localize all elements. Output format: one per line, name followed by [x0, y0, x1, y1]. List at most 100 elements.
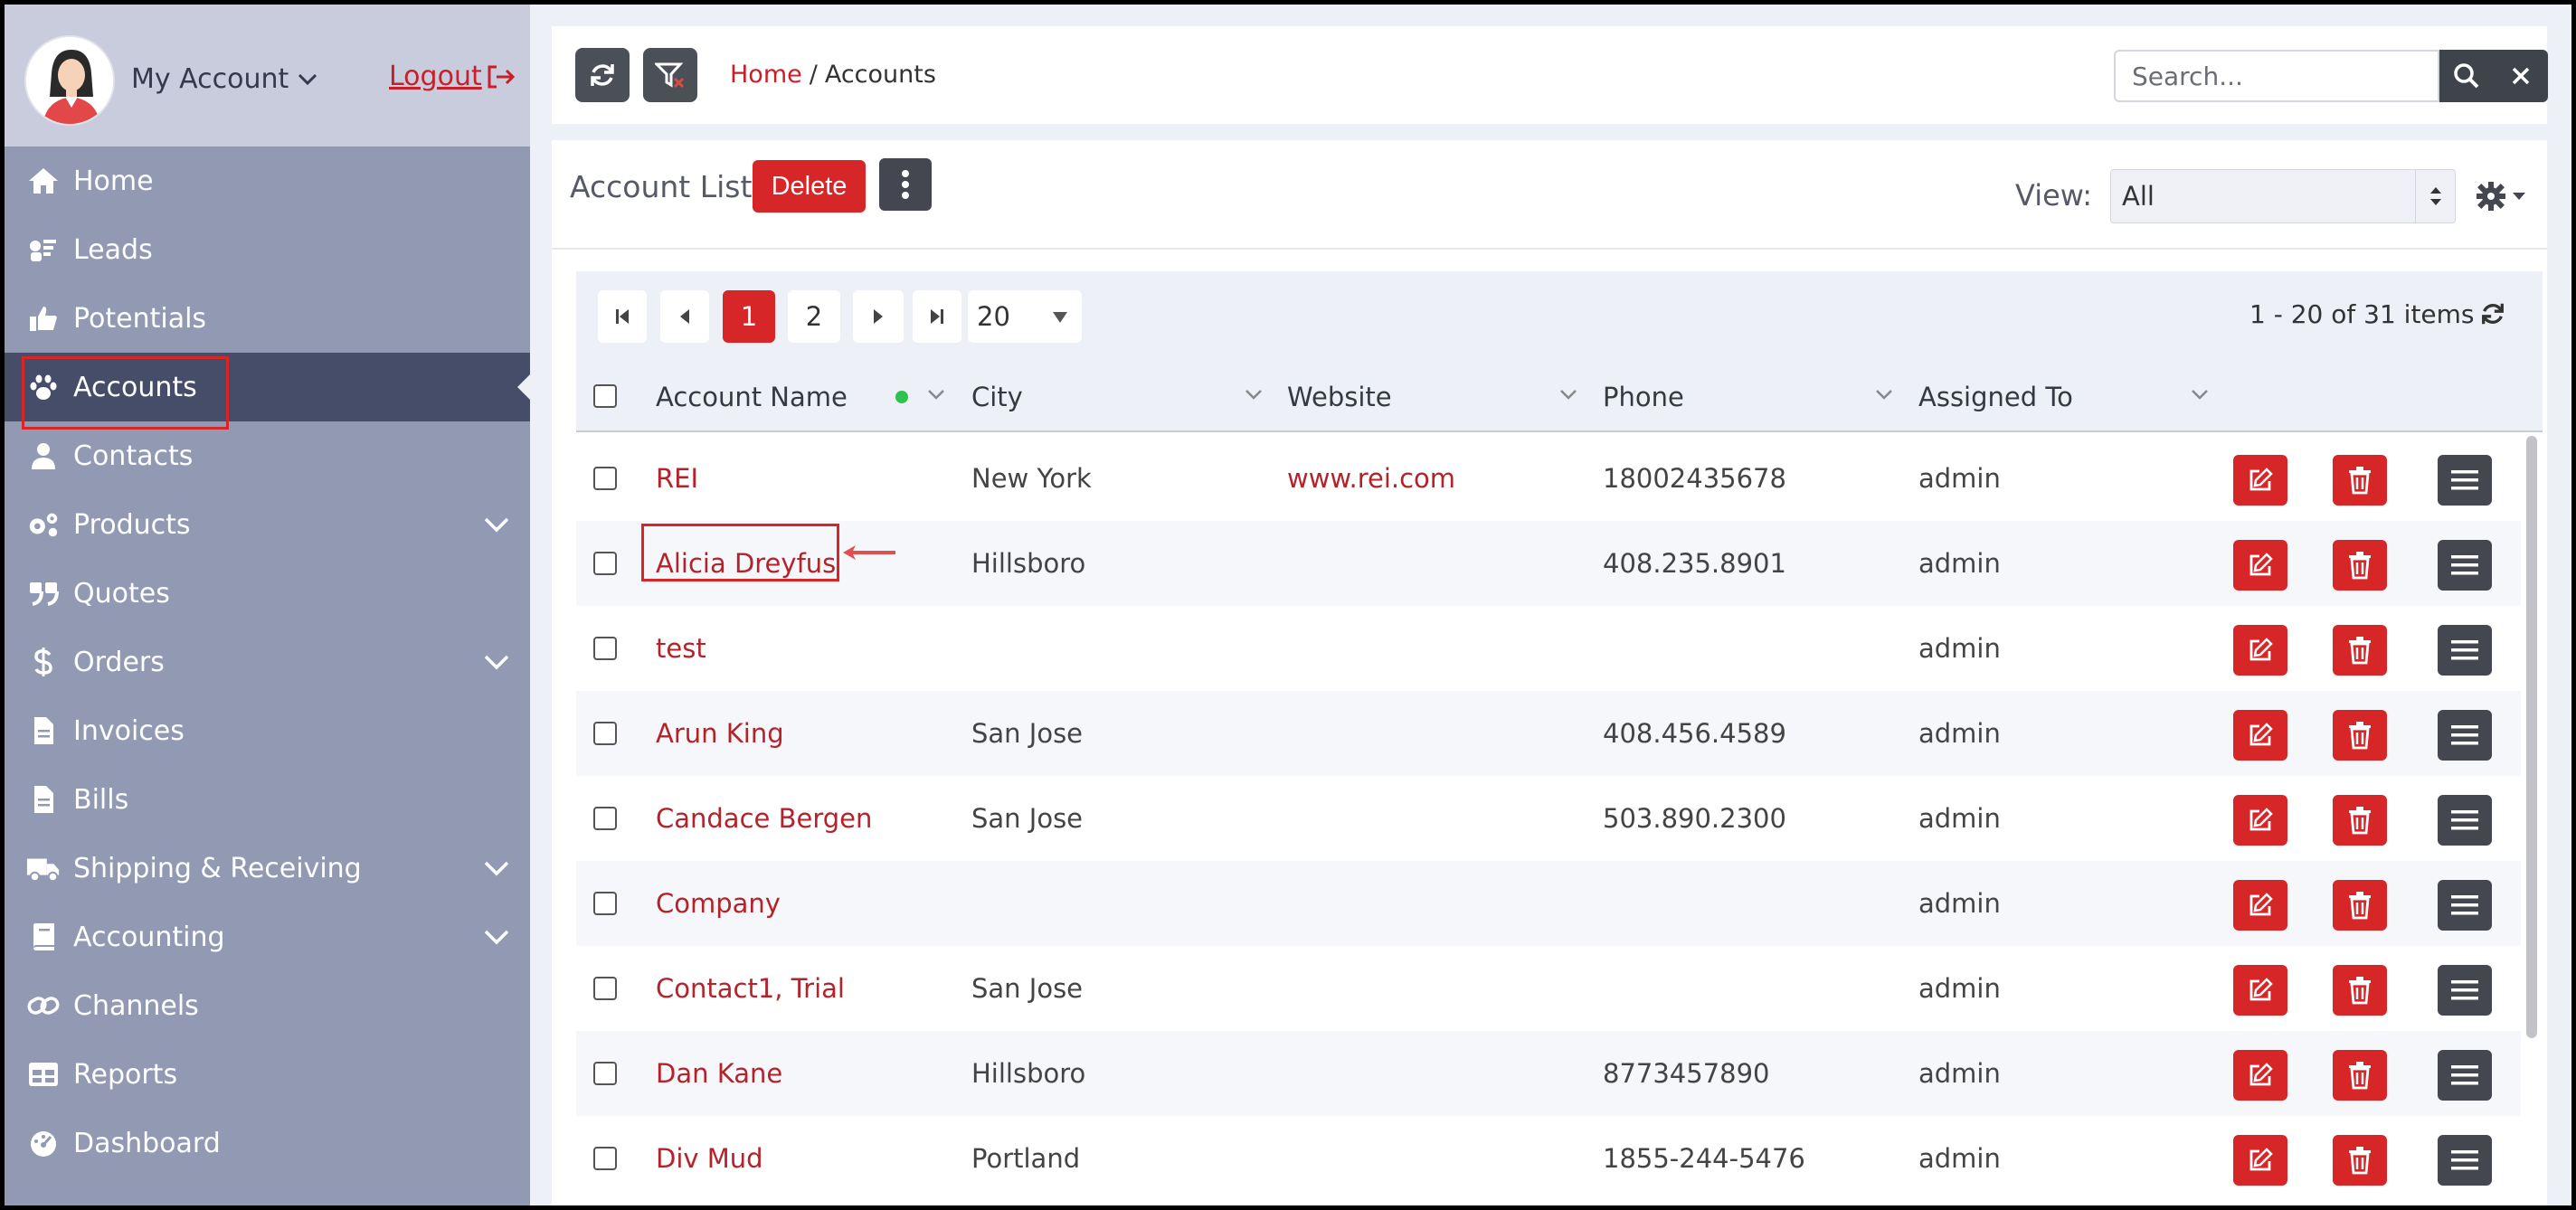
sidebar-item-accounts[interactable]: Accounts [5, 353, 530, 421]
row-menu-button[interactable] [2438, 1135, 2492, 1186]
sidebar-item-reports[interactable]: Reports [5, 1040, 530, 1109]
sidebar-item-invoices[interactable]: Invoices [5, 696, 530, 765]
row-menu-button[interactable] [2438, 880, 2492, 931]
row-checkbox[interactable] [593, 807, 617, 830]
row-menu-button[interactable] [2438, 455, 2492, 506]
my-account-dropdown[interactable]: My Account [131, 63, 317, 95]
account-name-link[interactable]: Arun King [656, 718, 784, 749]
edit-button[interactable] [2233, 540, 2287, 591]
edit-button[interactable] [2233, 625, 2287, 676]
edit-button[interactable] [2233, 455, 2287, 506]
page-1-button[interactable]: 1 [723, 290, 775, 343]
edit-button[interactable] [2233, 965, 2287, 1016]
chevron-down-icon [484, 517, 509, 533]
row-checkbox[interactable] [593, 1062, 617, 1085]
table-row: Dan Kane Hillsboro 8773457890 admin [576, 1031, 2521, 1116]
row-menu-button[interactable] [2438, 1050, 2492, 1101]
grid-refresh-button[interactable] [2479, 300, 2506, 331]
refresh-button[interactable] [575, 48, 630, 102]
edit-button[interactable] [2233, 795, 2287, 846]
column-header-account-name[interactable]: Account Name [656, 382, 848, 412]
search-button[interactable] [2439, 50, 2494, 102]
website-link[interactable]: www.rei.com [1287, 463, 1455, 494]
sidebar-item-label: Contacts [73, 440, 194, 472]
column-header-city[interactable]: City [971, 382, 1023, 412]
status-dot [895, 391, 908, 403]
row-menu-button[interactable] [2438, 540, 2492, 591]
chevron-down-icon[interactable] [1559, 389, 1577, 400]
column-header-website[interactable]: Website [1287, 382, 1392, 412]
sidebar-item-products[interactable]: Products [5, 490, 530, 559]
sidebar-item-channels[interactable]: Channels [5, 971, 530, 1040]
account-name-link[interactable]: REI [656, 463, 698, 494]
row-checkbox[interactable] [593, 977, 617, 1000]
search-input[interactable] [2114, 50, 2439, 102]
next-page-button[interactable] [853, 290, 904, 343]
delete-row-button[interactable] [2333, 795, 2387, 846]
sidebar-item-orders[interactable]: Orders [5, 628, 530, 696]
logout-link[interactable]: Logout [389, 61, 516, 92]
chevron-down-icon[interactable] [1245, 389, 1263, 400]
view-select[interactable]: All [2110, 169, 2456, 223]
account-name-link[interactable]: Candace Bergen [656, 803, 872, 834]
clear-search-button[interactable] [2494, 50, 2548, 102]
row-checkbox[interactable] [593, 722, 617, 745]
row-checkbox[interactable] [593, 467, 617, 490]
row-checkbox[interactable] [593, 552, 617, 575]
account-name-link[interactable]: test [656, 633, 706, 664]
row-menu-button[interactable] [2438, 965, 2492, 1016]
delete-row-button[interactable] [2333, 1135, 2387, 1186]
delete-row-button[interactable] [2333, 625, 2387, 676]
sidebar-item-shipping-receiving[interactable]: Shipping & Receiving [5, 834, 530, 903]
delete-row-button[interactable] [2333, 540, 2387, 591]
sidebar-item-accounting[interactable]: Accounting [5, 903, 530, 971]
delete-row-button[interactable] [2333, 965, 2387, 1016]
column-header-phone[interactable]: Phone [1603, 382, 1684, 412]
edit-button[interactable] [2233, 1135, 2287, 1186]
row-checkbox[interactable] [593, 1147, 617, 1170]
delete-row-button[interactable] [2333, 455, 2387, 506]
breadcrumb-home[interactable]: Home [730, 61, 802, 89]
chevron-down-icon[interactable] [1875, 389, 1893, 400]
scrollbar[interactable] [2526, 436, 2537, 1038]
edit-button[interactable] [2233, 1050, 2287, 1101]
account-name-link[interactable]: Dan Kane [656, 1058, 782, 1089]
paw-icon [26, 373, 61, 402]
sidebar-item-bills[interactable]: Bills [5, 765, 530, 834]
row-menu-button[interactable] [2438, 710, 2492, 761]
filter-clear-button[interactable] [643, 48, 697, 102]
account-name-link[interactable]: Company [656, 888, 781, 919]
chevron-down-icon[interactable] [927, 389, 945, 400]
row-checkbox[interactable] [593, 637, 617, 660]
settings-dropdown[interactable] [2476, 180, 2530, 213]
row-menu-button[interactable] [2438, 795, 2492, 846]
first-page-button[interactable] [598, 290, 647, 343]
last-page-button[interactable] [913, 290, 961, 343]
sidebar-item-home[interactable]: Home [5, 147, 530, 215]
account-name-link[interactable]: Alicia Dreyfus [656, 548, 836, 579]
delete-row-button[interactable] [2333, 880, 2387, 931]
previous-page-button[interactable] [660, 290, 709, 343]
avatar[interactable] [24, 35, 115, 126]
sidebar-item-potentials[interactable]: Potentials [5, 284, 530, 353]
previous-page-icon [680, 309, 689, 324]
page-2-button[interactable]: 2 [788, 290, 840, 343]
sidebar-item-leads[interactable]: Leads [5, 215, 530, 284]
edit-button[interactable] [2233, 880, 2287, 931]
edit-button[interactable] [2233, 710, 2287, 761]
sidebar-item-dashboard[interactable]: Dashboard [5, 1109, 530, 1177]
delete-row-button[interactable] [2333, 710, 2387, 761]
more-actions-button[interactable] [879, 158, 932, 211]
select-all-checkbox[interactable] [593, 384, 617, 408]
sidebar-item-contacts[interactable]: Contacts [5, 421, 530, 490]
account-name-link[interactable]: Div Mud [656, 1143, 763, 1174]
delete-button[interactable]: Delete [753, 160, 866, 213]
row-menu-button[interactable] [2438, 625, 2492, 676]
row-checkbox[interactable] [593, 892, 617, 915]
delete-row-button[interactable] [2333, 1050, 2387, 1101]
account-name-link[interactable]: Contact1, Trial [656, 973, 845, 1004]
chevron-down-icon[interactable] [2191, 389, 2209, 400]
sidebar-item-quotes[interactable]: Quotes [5, 559, 530, 628]
page-size-select[interactable]: 20 [968, 290, 1082, 343]
column-header-assigned-to[interactable]: Assigned To [1918, 382, 2073, 412]
